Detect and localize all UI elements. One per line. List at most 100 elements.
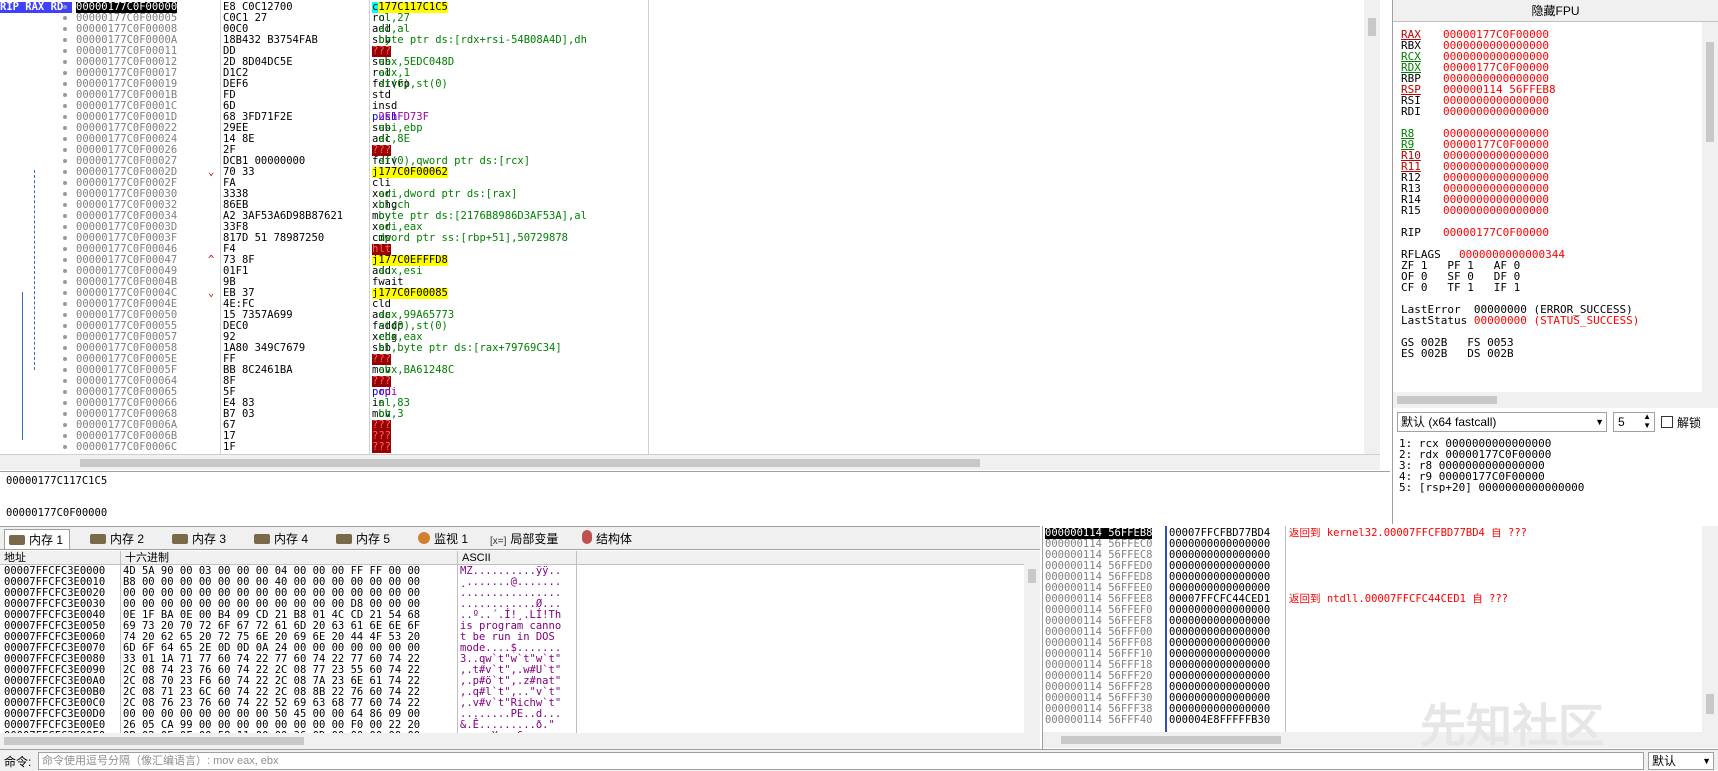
- breakpoint-gutter-dot[interactable]: [63, 214, 67, 218]
- breakpoint-gutter-dot[interactable]: [63, 93, 67, 97]
- scrollbar-thumb[interactable]: [1397, 396, 1497, 404]
- breakpoint-gutter-dot[interactable]: [63, 412, 67, 416]
- disasm-row[interactable]: 00000177C0F00024 14 8E adc al,8E: [0, 134, 1364, 145]
- disasm-row[interactable]: 00000177C0F00066 E4 83 in al,83: [0, 398, 1364, 409]
- register-value[interactable]: 00000177C0F00000: [1443, 226, 1549, 239]
- breakpoint-gutter-dot[interactable]: [63, 302, 67, 306]
- scrollbar-thumb[interactable]: [4, 737, 304, 745]
- disasm-row[interactable]: 00000177C0F00064 8F???: [0, 376, 1364, 387]
- breakpoint-gutter-dot[interactable]: [63, 401, 67, 405]
- disassembly-vertical-scrollbar[interactable]: [1364, 0, 1380, 454]
- calling-convention-select[interactable]: 默认 (x64 fastcall) ▼: [1397, 412, 1607, 432]
- command-mode-select[interactable]: 默认 ▼: [1648, 752, 1714, 770]
- dump-vertical-scrollbar[interactable]: [1024, 551, 1040, 733]
- breakpoint-gutter-dot[interactable]: [63, 60, 67, 64]
- disasm-row[interactable]: 00000177C0F0001C 6D insd: [0, 101, 1364, 112]
- disasm-row[interactable]: RIP RAX RD00000177C0F00000E8 C0C12700cal…: [0, 2, 1364, 13]
- disasm-row[interactable]: 00000177C0F0006C 1F???: [0, 442, 1364, 453]
- disasm-row[interactable]: 00000177C0F00027 DCB1 00000000 fdiv st(0),…: [0, 156, 1364, 167]
- flags-row[interactable]: CF 0 TF 1 IF 1: [1401, 281, 1520, 294]
- disasm-row[interactable]: 00000177C0F00057 92 xchg edx,eax: [0, 332, 1364, 343]
- disasm-row[interactable]: 00000177C0F0004C⌄EB 37jmp 177C0F00085: [0, 288, 1364, 299]
- register-row[interactable]: RDI 0000000000000000: [1401, 105, 1549, 118]
- breakpoint-gutter-dot[interactable]: [63, 335, 67, 339]
- breakpoint-gutter-dot[interactable]: [63, 390, 67, 394]
- stack-pane[interactable]: 000000114 56FFEB8 00007FFCFBD77BD4 返回到 ker…: [1042, 526, 1718, 749]
- disasm-row[interactable]: 00000177C0F0004E 4E:FC cld: [0, 299, 1364, 310]
- breakpoint-gutter-dot[interactable]: [63, 192, 67, 196]
- disasm-row[interactable]: 00000177C0F00046 F4 hlt: [0, 244, 1364, 255]
- disasm-row[interactable]: 00000177C0F0005F BB 8C2461BA mov ebx,BA612…: [0, 365, 1364, 376]
- breakpoint-gutter-dot[interactable]: [63, 291, 67, 295]
- breakpoint-gutter-dot[interactable]: [63, 115, 67, 119]
- breakpoint-gutter-dot[interactable]: [63, 38, 67, 42]
- breakpoint-gutter-dot[interactable]: [63, 379, 67, 383]
- disassembly-horizontal-scrollbar[interactable]: [0, 454, 1380, 470]
- scrollbar-thumb[interactable]: [1028, 569, 1036, 583]
- breakpoint-gutter-dot[interactable]: [63, 104, 67, 108]
- registers-vertical-scrollbar[interactable]: [1702, 22, 1718, 392]
- register-row[interactable]: RIP 00000177C0F00000: [1401, 226, 1549, 239]
- disasm-row[interactable]: 00000177C0F0006A 67???: [0, 420, 1364, 431]
- breakpoint-gutter-dot[interactable]: [63, 357, 67, 361]
- dump-rows[interactable]: 00007FFCFC3E0000 4D 5A 90 00 03 00 00 00 …: [0, 566, 1024, 733]
- breakpoint-gutter-dot[interactable]: [63, 225, 67, 229]
- breakpoint-gutter-dot[interactable]: [63, 170, 67, 174]
- breakpoint-gutter-dot[interactable]: [63, 16, 67, 20]
- breakpoint-gutter-dot[interactable]: [63, 346, 67, 350]
- disasm-row[interactable]: 00000177C0F00011 DD???: [0, 46, 1364, 57]
- stack-row[interactable]: 000000114 56FFF40 000004E8FFFFFB30: [1043, 715, 1703, 726]
- stack-horizontal-scrollbar[interactable]: [1043, 732, 1718, 748]
- memory-dump-pane[interactable]: 地址 十六进制 ASCII 00007FFCFC3E0000 4D 5A 90 0…: [0, 551, 1040, 749]
- breakpoint-gutter-dot[interactable]: [63, 368, 67, 372]
- breakpoint-gutter-dot[interactable]: [63, 324, 67, 328]
- stack-rows[interactable]: 000000114 56FFEB8 00007FFCFBD77BD4 返回到 ker…: [1043, 528, 1703, 732]
- disasm-row[interactable]: 00000177C0F00032 86EB xchg bl,ch: [0, 200, 1364, 211]
- breakpoint-gutter-dot[interactable]: [63, 313, 67, 317]
- tab-2[interactable]: 内存 2: [86, 529, 150, 549]
- disasm-row[interactable]: 00000177C0F00019 DEF6 fdivrp st(6),st(0): [0, 79, 1364, 90]
- breakpoint-gutter-dot[interactable]: [63, 236, 67, 240]
- breakpoint-gutter-dot[interactable]: [63, 181, 67, 185]
- breakpoint-gutter-dot[interactable]: [63, 247, 67, 251]
- disasm-row[interactable]: 00000177C0F00005 C0C1 27 rol cl,27: [0, 13, 1364, 24]
- scrollbar-thumb[interactable]: [1368, 18, 1376, 36]
- breakpoint-gutter-dot[interactable]: [63, 203, 67, 207]
- disasm-row[interactable]: 00000177C0F00012 2D 8D04DC5E sub eax,5EDC0…: [0, 57, 1364, 68]
- disasm-row[interactable]: 00000177C0F00055 DEC0 faddp st(0),st(0): [0, 321, 1364, 332]
- breakpoint-gutter-dot[interactable]: [63, 49, 67, 53]
- stack-value[interactable]: 000004E8FFFFFB30: [1169, 715, 1270, 726]
- breakpoint-gutter-dot[interactable]: [63, 445, 67, 449]
- breakpoint-gutter-dot[interactable]: [63, 137, 67, 141]
- disasm-row[interactable]: 00000177C0F0005E FF???: [0, 354, 1364, 365]
- disasm-row[interactable]: 00000177C0F00022 29EE sub esi,ebp: [0, 123, 1364, 134]
- disasm-row[interactable]: 00000177C0F0003D 33F8 xor edi,eax: [0, 222, 1364, 233]
- disasm-row[interactable]: 00000177C0F0004B 9B fwait: [0, 277, 1364, 288]
- breakpoint-gutter-dot[interactable]: [63, 280, 67, 284]
- tab-4[interactable]: 内存 4: [250, 529, 314, 549]
- breakpoint-gutter-dot[interactable]: [63, 5, 67, 9]
- breakpoint-gutter-dot[interactable]: [63, 434, 67, 438]
- registers-horizontal-scrollbar[interactable]: [1393, 392, 1718, 408]
- tab-3[interactable]: 内存 3: [168, 529, 232, 549]
- disasm-row[interactable]: 00000177C0F0006B 17???: [0, 431, 1364, 442]
- breakpoint-gutter-dot[interactable]: [63, 269, 67, 273]
- register-row[interactable]: R15 0000000000000000: [1401, 204, 1549, 217]
- hide-fpu-button[interactable]: 隐藏FPU: [1393, 0, 1718, 22]
- tab-6[interactable]: 监视 1: [414, 529, 474, 549]
- disasm-row[interactable]: 00000177C0F00047^73 8Fjae 177C0EFFFD8: [0, 255, 1364, 266]
- disasm-row[interactable]: 00000177C0F00050 15 7357A699 adc eax,99A65…: [0, 310, 1364, 321]
- disasm-row[interactable]: 00000177C0F00030 3338 xor edi,dword ptr ds…: [0, 189, 1364, 200]
- disasm-row[interactable]: 00000177C0F0001B FD std: [0, 90, 1364, 101]
- segment-row[interactable]: ES 002B DS 002B: [1401, 347, 1514, 360]
- register-value[interactable]: 0000000000000000: [1443, 204, 1549, 217]
- disassembly-rows[interactable]: RIP RAX RD00000177C0F00000E8 C0C12700cal…: [0, 2, 1364, 454]
- disasm-row[interactable]: 00000177C0F00034 A2 3AF53A6D98B87621 mov b…: [0, 211, 1364, 222]
- dump-horizontal-scrollbar[interactable]: [0, 733, 1040, 749]
- registers-pane[interactable]: 隐藏FPU RAX 00000177C0F00000 RBX 000000000000…: [1392, 0, 1718, 410]
- disasm-row[interactable]: 00000177C0F0001D 68 3FD71F2E push 2E1FD73F: [0, 112, 1364, 123]
- disasm-row[interactable]: 00000177C0F00065 5F pop rdi: [0, 387, 1364, 398]
- disasm-row[interactable]: 00000177C0F00049 01F1 add ecx,esi: [0, 266, 1364, 277]
- disasm-row[interactable]: 00000177C0F00026 2F???: [0, 145, 1364, 156]
- disasm-row[interactable]: 00000177C0F0003F 817D 51 78987250 cmp dwor…: [0, 233, 1364, 244]
